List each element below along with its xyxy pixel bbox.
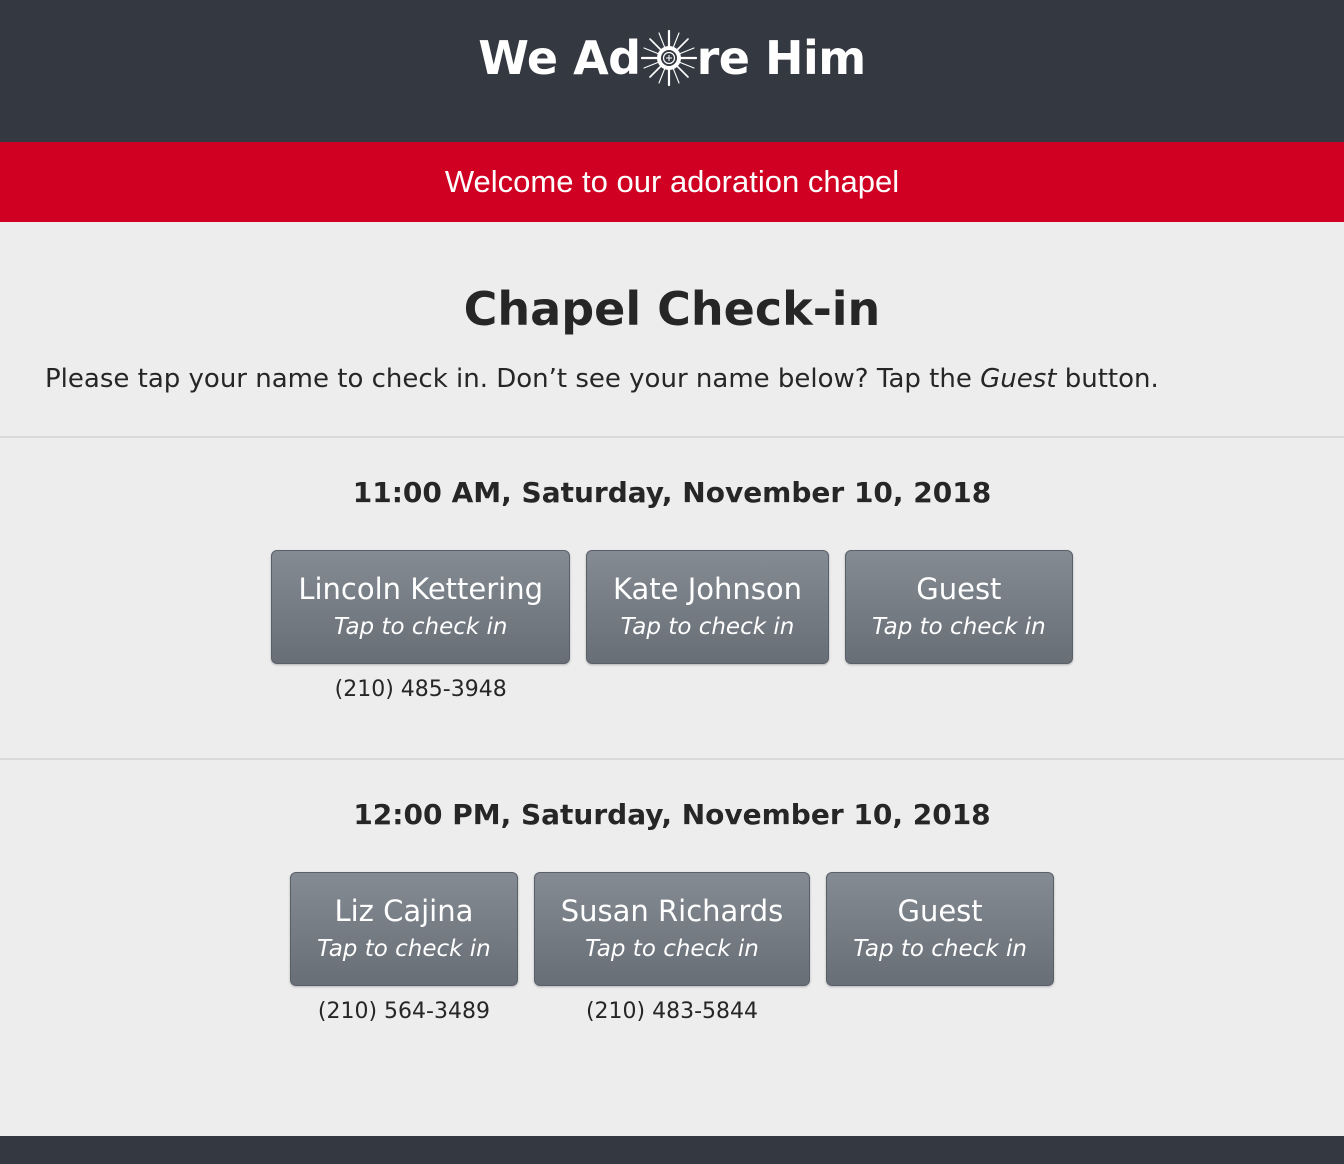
attendee-entry: Liz Cajina Tap to check in (210) 564-348… <box>290 872 518 1027</box>
attendee-name: Guest <box>916 572 1002 606</box>
welcome-banner: Welcome to our adoration chapel <box>0 142 1344 222</box>
instructions-text-end: button. <box>1056 364 1159 394</box>
guest-check-in-button[interactable]: Guest Tap to check in <box>845 550 1073 664</box>
instructions-guest-emphasis: Guest <box>980 364 1057 394</box>
attendee-phone: (210) 564-3489 <box>317 999 490 1024</box>
welcome-text: Welcome to our adoration chapel <box>444 164 900 199</box>
tap-to-check-in-hint: Tap to check in <box>620 614 795 640</box>
attendee-name: Lincoln Kettering <box>298 572 544 606</box>
time-slot-heading: 12:00 PM, Saturday, November 10, 2018 <box>353 798 991 831</box>
page-title: Chapel Check-in <box>463 282 881 336</box>
guest-check-in-button[interactable]: Guest Tap to check in <box>826 872 1054 986</box>
attendee-entry: Kate Johnson Tap to check in <box>586 550 830 705</box>
time-slot-buttons: Liz Cajina Tap to check in (210) 564-348… <box>0 872 1344 1027</box>
check-in-button-susan-richards[interactable]: Susan Richards Tap to check in <box>533 872 811 986</box>
attendee-name: Susan Richards <box>560 894 784 928</box>
check-in-instructions: Please tap your name to check in. Don’t … <box>45 364 1305 394</box>
tap-to-check-in-hint: Tap to check in <box>585 936 759 962</box>
attendee-entry: Susan Richards Tap to check in (210) 483… <box>533 872 811 1027</box>
app-header: We Ad re Him <box>0 0 1344 142</box>
instructions-text: Please tap your name to check in. Don’t … <box>45 364 981 394</box>
tap-to-check-in-hint: Tap to check in <box>333 614 508 640</box>
attendee-name: Guest <box>897 894 983 928</box>
attendee-name: Kate Johnson <box>613 572 803 606</box>
section-divider <box>0 436 1344 438</box>
time-slot-heading: 11:00 AM, Saturday, November 10, 2018 <box>352 476 992 509</box>
attendee-phone: (210) 485-3948 <box>334 677 507 702</box>
check-in-button-kate-johnson[interactable]: Kate Johnson Tap to check in <box>586 550 830 664</box>
attendee-entry: Lincoln Kettering Tap to check in (210) … <box>271 550 571 705</box>
logo-text-start: We Ad <box>478 31 641 85</box>
we-adore-him-logo[interactable]: We Ad re Him <box>478 29 867 87</box>
check-in-button-liz-cajina[interactable]: Liz Cajina Tap to check in <box>290 872 518 986</box>
tap-to-check-in-hint: Tap to check in <box>853 936 1027 962</box>
check-in-button-lincoln-kettering[interactable]: Lincoln Kettering Tap to check in <box>271 550 571 664</box>
section-divider <box>0 758 1344 760</box>
tap-to-check-in-hint: Tap to check in <box>317 936 491 962</box>
attendee-phone: (210) 483-5844 <box>585 999 759 1024</box>
time-slot-buttons: Lincoln Kettering Tap to check in (210) … <box>0 550 1344 705</box>
monstrance-icon <box>640 29 697 87</box>
attendee-entry: Guest Tap to check in <box>845 550 1073 705</box>
page-footer <box>0 1136 1344 1164</box>
tap-to-check-in-hint: Tap to check in <box>872 614 1046 640</box>
logo-text-end: re Him <box>696 31 867 85</box>
attendee-name: Liz Cajina <box>334 894 474 928</box>
attendee-entry: Guest Tap to check in <box>826 872 1054 1027</box>
